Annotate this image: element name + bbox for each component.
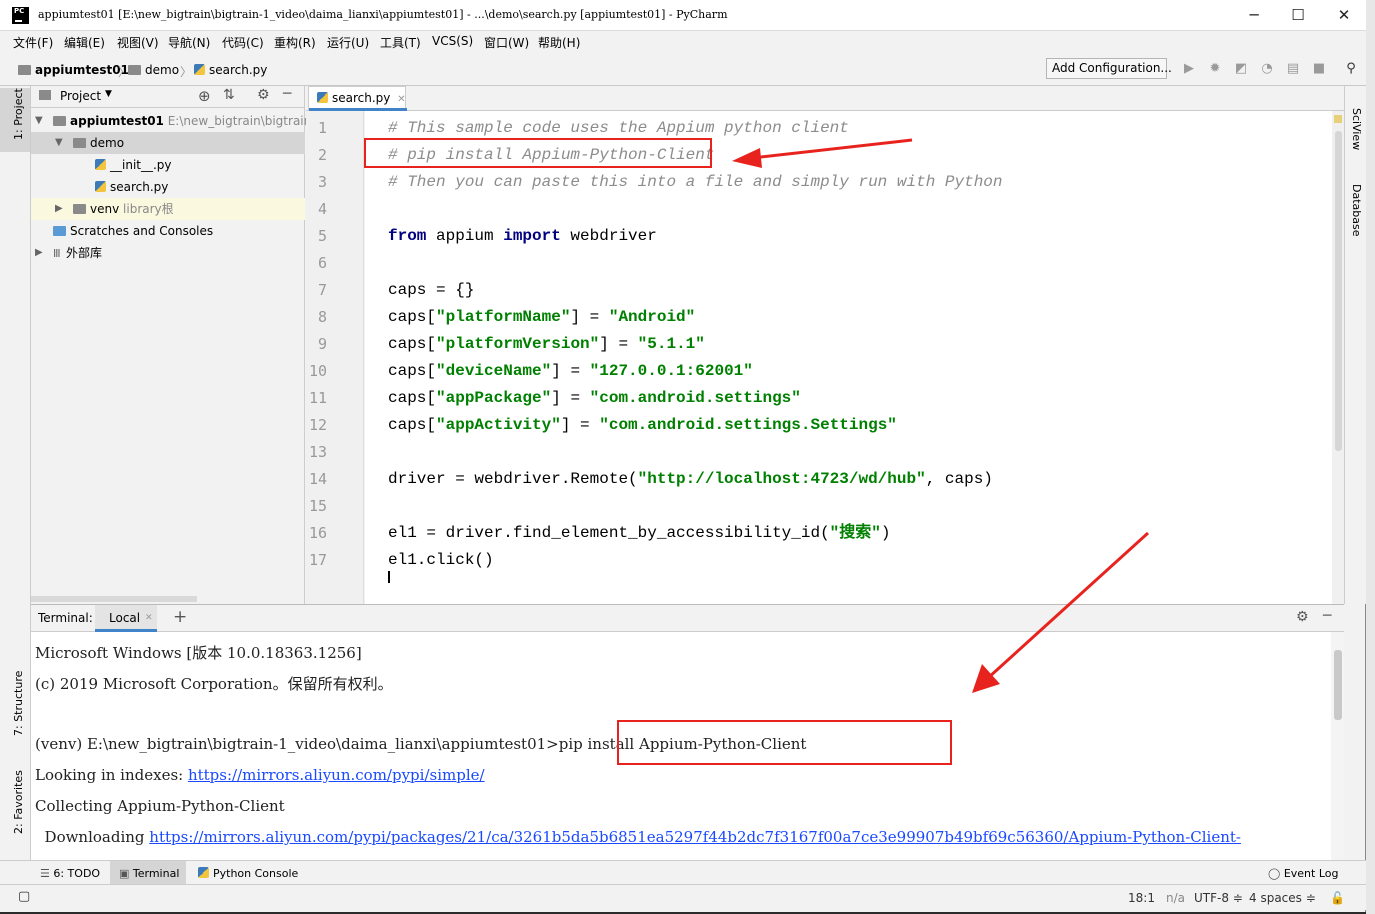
annotation-arrows: [732, 138, 1150, 693]
annotation-arrow-bottom: [972, 531, 1150, 693]
annotation-arrow-top: [732, 138, 913, 168]
